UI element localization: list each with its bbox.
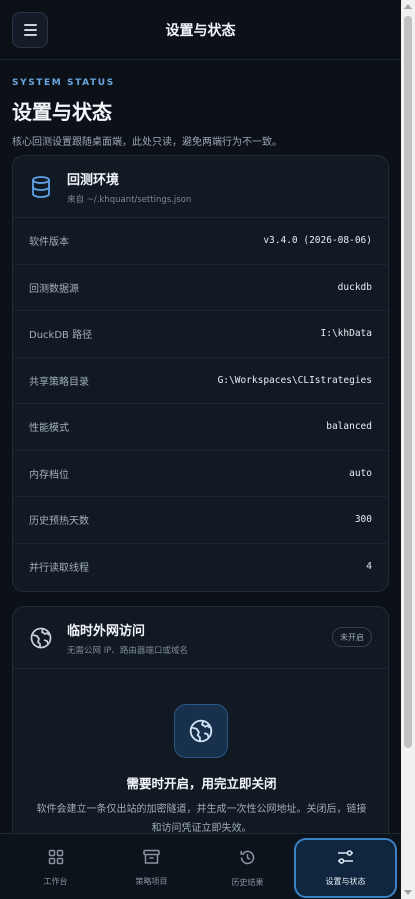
setting-value: duckdb (337, 281, 372, 293)
nav-item-workbench[interactable]: 工作台 (8, 840, 103, 896)
page-description: 核心回测设置跟随桌面端，此处只读，避免两端行为不一致。 (12, 137, 282, 148)
nav-label: 历史结果 (231, 877, 264, 887)
grid-icon (48, 849, 64, 869)
setting-label: 历史预热天数 (29, 516, 89, 528)
scrollbar[interactable] (401, 0, 415, 899)
setting-value: auto (349, 467, 372, 479)
card-header: 回测环境 来自 ~/.khquant/settings.json (13, 156, 388, 218)
setting-value: v3.4.0 (2026-08-06) (263, 235, 372, 247)
scrollbar-thumb[interactable] (404, 16, 412, 748)
setting-row-version: 软件版本 v3.4.0 (2026-08-06) (13, 218, 388, 265)
card-subtitle: 来自 ~/.khquant/settings.json (67, 194, 192, 205)
bottom-nav: 工作台 策略项目 历史结果 设置与状态 (0, 833, 401, 899)
setting-value: I:\khData (320, 328, 372, 340)
setting-label: DuckDB 路径 (29, 330, 93, 342)
app-page: 设置与状态 SYSTEM STATUS 设置与状态 核心回测设置跟随桌面端，此处… (0, 0, 401, 899)
settings-list: 软件版本 v3.4.0 (2026-08-06) 回测数据源 duckdb Du… (13, 218, 388, 590)
card-title: 临时外网访问 (67, 623, 146, 639)
setting-value: balanced (326, 421, 372, 433)
database-icon (29, 175, 53, 199)
setting-label: 软件版本 (29, 237, 69, 249)
top-bar: 设置与状态 (0, 0, 401, 60)
nav-label: 策略项目 (135, 877, 168, 886)
nav-item-settings[interactable]: 设置与状态 (294, 838, 397, 898)
setting-value: 4 (366, 561, 372, 573)
hero-title: 需要时开启，用完立即关闭 (126, 776, 277, 791)
setting-row-warmup: 历史预热天数 300 (13, 497, 388, 544)
scroll-up-arrow-icon[interactable] (404, 4, 412, 9)
setting-row-memory: 内存档位 auto (13, 451, 388, 497)
card-subtitle: 无需公网 IP、路由器端口或域名 (67, 645, 188, 656)
backtest-env-card: 回测环境 来自 ~/.khquant/settings.json 软件版本 v3… (12, 155, 389, 592)
nav-label: 设置与状态 (325, 877, 366, 886)
setting-label: 共享策略目录 (29, 376, 89, 388)
setting-label: 回测数据源 (29, 283, 79, 295)
setting-label: 性能模式 (29, 423, 69, 435)
scroll-down-arrow-icon[interactable] (404, 890, 412, 895)
setting-value: G:\Workspaces\CLIstrategies (217, 374, 372, 386)
page-header: SYSTEM STATUS 设置与状态 核心回测设置跟随桌面端，此处只读，避免两… (12, 78, 392, 148)
setting-value: 300 (354, 514, 372, 526)
setting-label: 内存档位 (29, 469, 69, 481)
history-icon (239, 849, 256, 870)
sliders-icon (337, 849, 354, 869)
status-badge: 未开启 (332, 627, 372, 647)
globe-icon[interactable] (174, 704, 228, 758)
setting-row-threads: 并行读取线程 4 (13, 544, 388, 591)
setting-row-strategy-dir: 共享策略目录 G:\Workspaces\CLIstrategies (13, 358, 388, 404)
card-header: 临时外网访问 无需公网 IP、路由器端口或域名 未开启 (13, 607, 388, 669)
card-title: 回测环境 (67, 172, 120, 188)
globe-icon (29, 626, 53, 650)
archive-icon (143, 849, 160, 869)
menu-icon (23, 24, 37, 26)
setting-row-performance: 性能模式 balanced (13, 404, 388, 451)
public-access-card: 临时外网访问 无需公网 IP、路由器端口或域名 未开启 需要时开启，用完立即关闭… (12, 606, 389, 866)
section-eyebrow: SYSTEM STATUS (12, 78, 115, 88)
setting-row-duckdb-path: DuckDB 路径 I:\khData (13, 311, 388, 358)
nav-item-strategy-projects[interactable]: 策略项目 (104, 840, 199, 896)
page-title: 设置与状态 (12, 100, 112, 124)
setting-label: 并行读取线程 (29, 563, 89, 575)
nav-item-history[interactable]: 历史结果 (200, 840, 295, 896)
topbar-title: 设置与状态 (165, 22, 236, 39)
nav-label: 工作台 (43, 877, 68, 886)
setting-row-data-source: 回测数据源 duckdb (13, 265, 388, 311)
menu-button[interactable] (12, 12, 48, 48)
